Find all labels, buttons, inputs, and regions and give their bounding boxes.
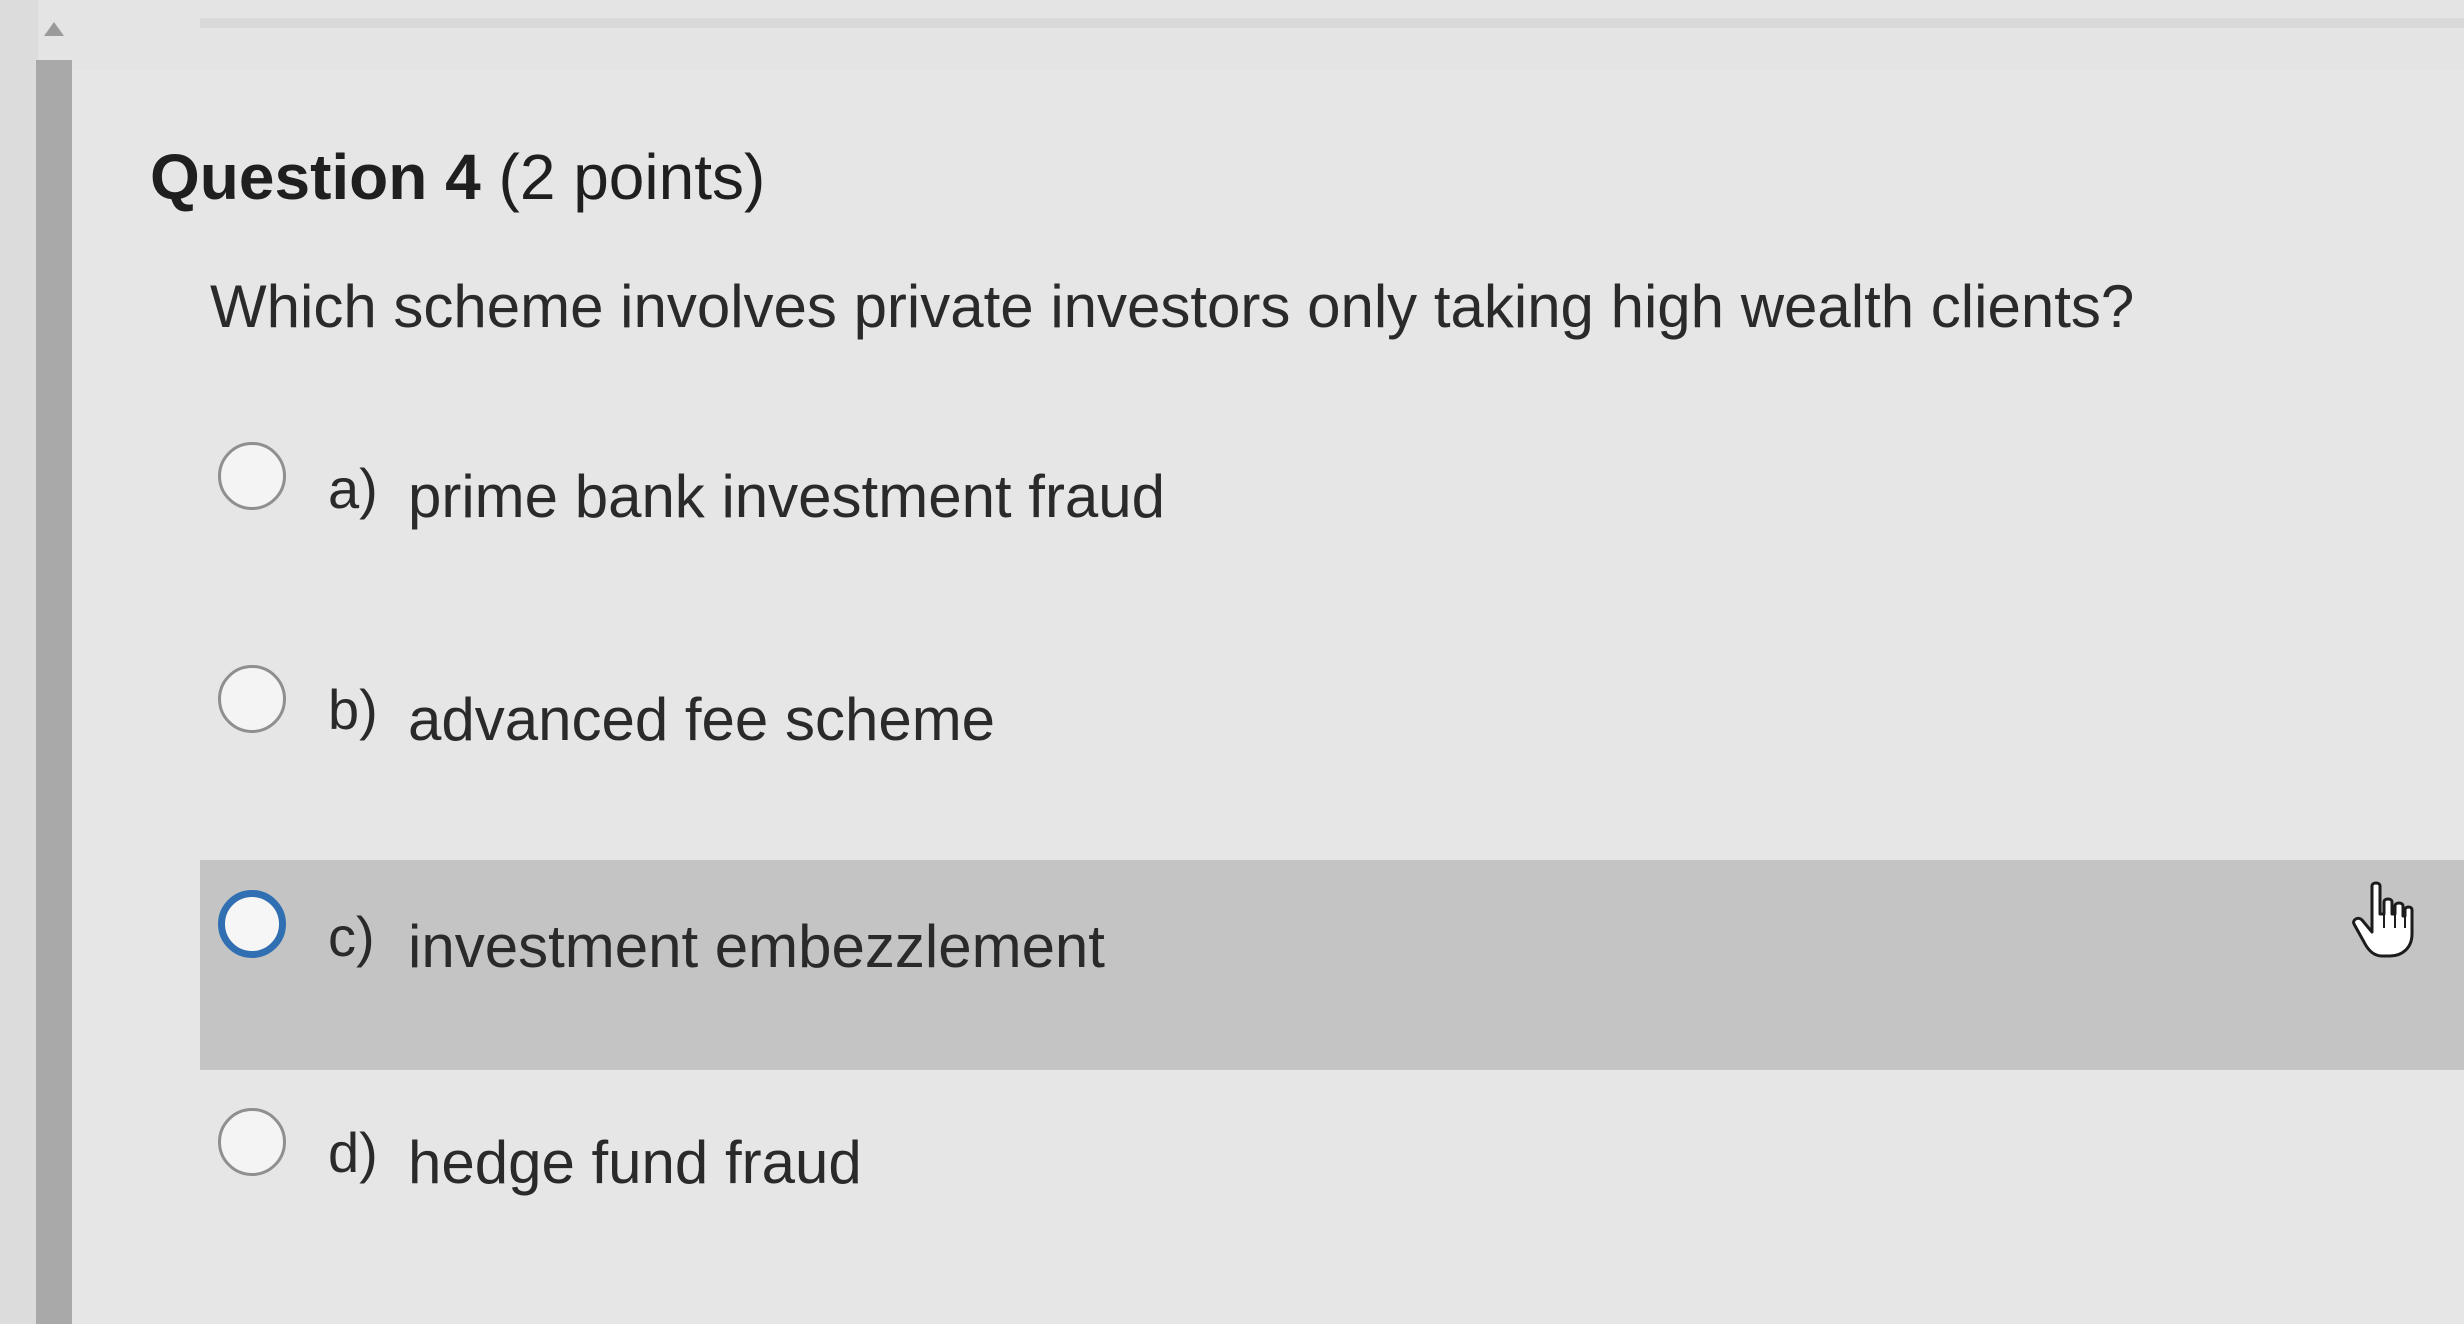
answer-option-b[interactable]: b) advanced fee scheme: [200, 645, 2464, 855]
header-divider: [200, 18, 2464, 28]
option-letter: b): [328, 678, 378, 741]
option-label: investment embezzlement: [408, 913, 1105, 980]
radio-button-d[interactable]: [218, 1108, 286, 1176]
option-label: hedge fund fraud: [408, 1129, 862, 1196]
question-number: Question 4: [150, 141, 481, 213]
option-letter: d): [328, 1121, 378, 1184]
scroll-up-arrow-icon[interactable]: [44, 22, 64, 36]
radio-button-a[interactable]: [218, 442, 286, 510]
option-letter: c): [328, 905, 375, 968]
option-label: prime bank investment fraud: [408, 463, 1166, 530]
option-label: advanced fee scheme: [408, 686, 996, 753]
answer-option-a[interactable]: a) prime bank investment fraud: [200, 420, 2464, 630]
top-strip: [0, 0, 2464, 70]
scrollbar-track[interactable]: [0, 0, 38, 1324]
question-points: (2 points): [498, 141, 766, 213]
radio-button-c[interactable]: [218, 890, 286, 958]
option-letter: a): [328, 457, 378, 520]
answer-option-d[interactable]: d) hedge fund fraud: [200, 1090, 2464, 1300]
scrollbar-thumb[interactable]: [36, 60, 72, 1324]
question-prompt: Which scheme involves private investors …: [210, 273, 2135, 340]
hand-pointer-icon: [2352, 881, 2414, 958]
answer-option-c[interactable]: c) investment embezzlement: [200, 860, 2464, 1070]
question-heading: Question 4 (2 points): [150, 140, 765, 214]
radio-button-b[interactable]: [218, 665, 286, 733]
